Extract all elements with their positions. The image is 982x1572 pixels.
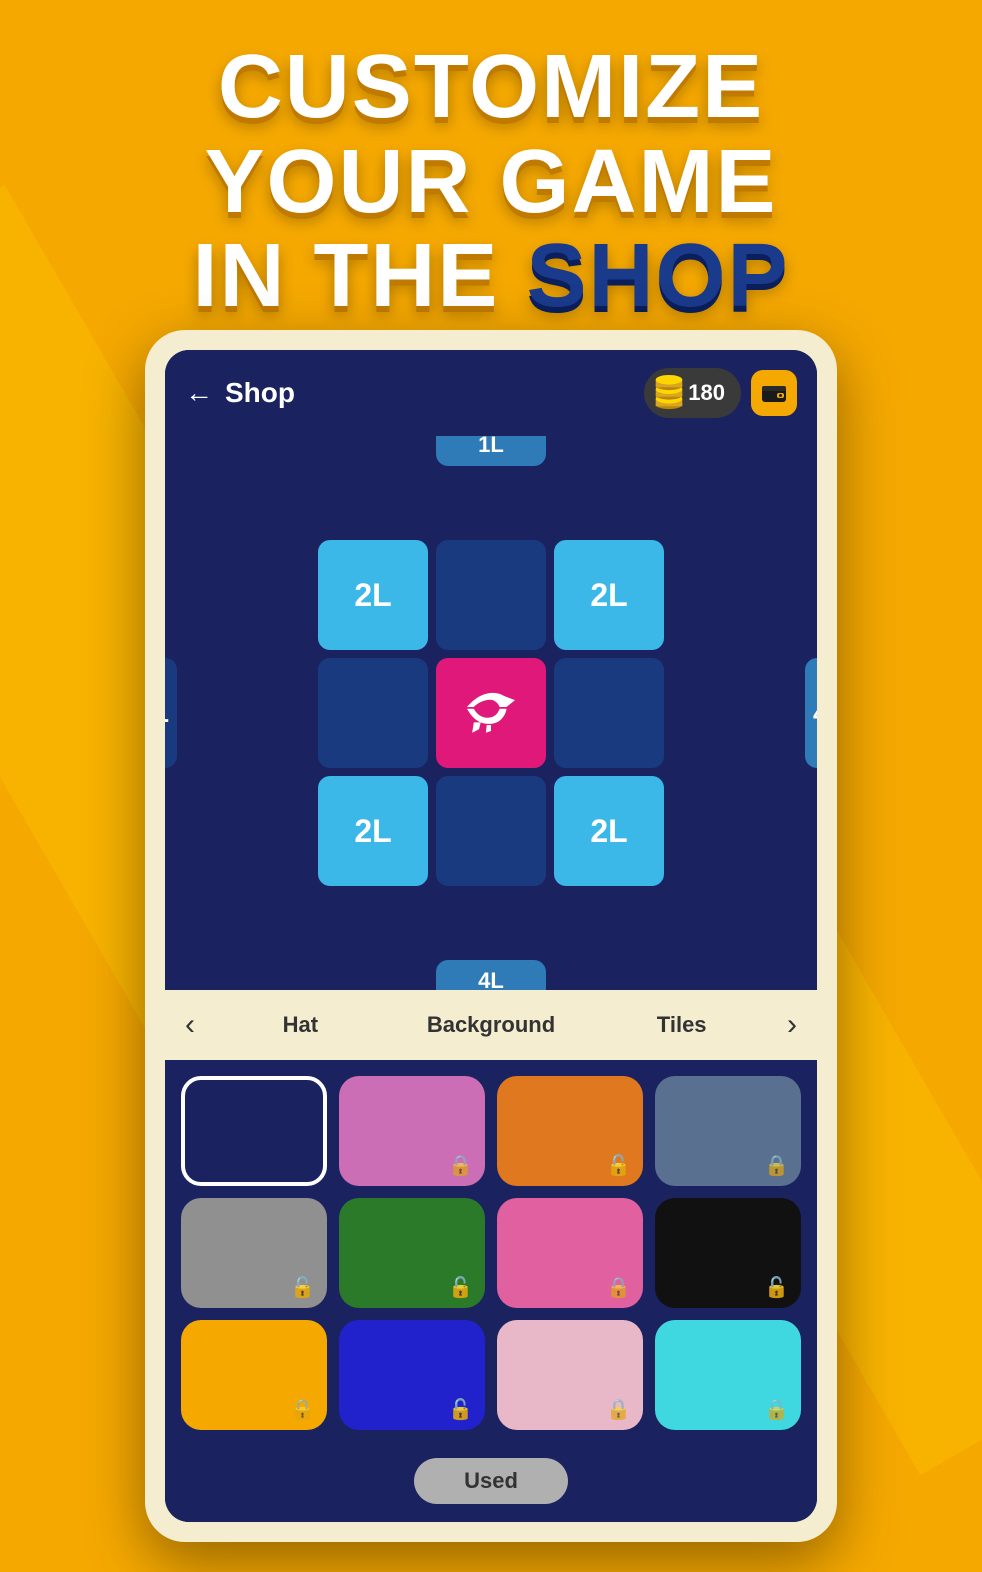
tile-2l-bot-left: 2L <box>318 776 428 886</box>
coins-badge: 180 <box>644 368 741 418</box>
color-swatch-magenta[interactable]: 🔒 <box>497 1198 643 1308</box>
color-swatch-blue[interactable]: 🔓 <box>339 1320 485 1430</box>
game-board: 1L L 4 4L 2L 2L <box>165 436 817 990</box>
unlock-icon-4: 🔓 <box>764 1275 789 1300</box>
category-prev-button[interactable]: ‹ <box>175 1008 205 1042</box>
header-line2: YOUR GAME <box>0 135 982 230</box>
color-grid: 🔒 🔓 🔒 🔓 🔓 🔒 🔓 🔒 <box>165 1060 817 1446</box>
header-section: CUSTOMIZE YOUR GAME IN THE SHOP <box>0 40 982 324</box>
lock-icon-2: 🔒 <box>764 1153 789 1178</box>
lock-icon-5: 🔒 <box>606 1397 631 1422</box>
lock-icon-6: 🔒 <box>764 1397 789 1422</box>
unlock-icon-2: 🔓 <box>290 1275 315 1300</box>
shop-title: Shop <box>225 377 644 409</box>
color-swatch-yellow[interactable]: 🔒 <box>181 1320 327 1430</box>
unlock-icon-3: 🔓 <box>448 1275 473 1300</box>
coins-amount: 180 <box>688 380 725 406</box>
category-background[interactable]: Background <box>396 1012 587 1038</box>
partial-tile-bottom: 4L <box>436 960 546 990</box>
header-line3-blue: SHOP <box>526 226 789 326</box>
wallet-icon <box>761 382 787 404</box>
back-button[interactable]: ← <box>185 377 213 409</box>
category-hat[interactable]: Hat <box>205 1012 396 1038</box>
tile-dark-mid-left <box>318 658 428 768</box>
color-swatch-navy-selected[interactable] <box>181 1076 327 1186</box>
lock-icon-4: 🔒 <box>290 1397 315 1422</box>
color-swatch-gray[interactable]: 🔓 <box>181 1198 327 1308</box>
partial-tile-top: 1L <box>436 436 546 466</box>
coin-stack-icon <box>650 374 688 412</box>
tile-dark-bot-mid <box>436 776 546 886</box>
partial-tile-left: L <box>165 658 177 768</box>
color-swatch-cyan[interactable]: 🔒 <box>655 1320 801 1430</box>
color-swatch-light-pink[interactable]: 🔒 <box>497 1320 643 1430</box>
tile-2l-bot-right: 2L <box>554 776 664 886</box>
wallet-button[interactable] <box>751 370 797 416</box>
header-line3-white: IN THE <box>192 226 499 326</box>
unlock-icon-5: 🔓 <box>448 1397 473 1422</box>
color-swatch-black[interactable]: 🔓 <box>655 1198 801 1308</box>
phone-screen: ← Shop 180 <box>165 350 817 1522</box>
unlock-icon: 🔓 <box>606 1153 631 1178</box>
color-swatch-orange[interactable]: 🔓 <box>497 1076 643 1186</box>
header-line3: IN THE SHOP <box>0 229 982 324</box>
used-btn-container: Used <box>165 1446 817 1522</box>
tile-center-bird <box>436 658 546 768</box>
bird-icon <box>456 683 526 743</box>
header-line1: CUSTOMIZE <box>0 40 982 135</box>
tile-dark-mid-right <box>554 658 664 768</box>
category-bar: ‹ Hat Background Tiles › <box>165 990 817 1060</box>
tile-grid: 2L 2L 2L <box>318 540 664 886</box>
used-button[interactable]: Used <box>414 1458 568 1504</box>
category-next-button[interactable]: › <box>777 1008 807 1042</box>
top-bar: ← Shop 180 <box>165 350 817 436</box>
tile-2l-top-right: 2L <box>554 540 664 650</box>
color-swatch-green[interactable]: 🔓 <box>339 1198 485 1308</box>
color-swatch-steel[interactable]: 🔒 <box>655 1076 801 1186</box>
tile-2l-top-left: 2L <box>318 540 428 650</box>
color-swatch-pink[interactable]: 🔒 <box>339 1076 485 1186</box>
lock-icon-3: 🔒 <box>606 1275 631 1300</box>
lock-icon: 🔒 <box>448 1153 473 1178</box>
category-tiles[interactable]: Tiles <box>586 1012 777 1038</box>
phone-frame: ← Shop 180 <box>145 330 837 1542</box>
tile-dark-top-mid <box>436 540 546 650</box>
partial-tile-right: 4 <box>805 658 817 768</box>
